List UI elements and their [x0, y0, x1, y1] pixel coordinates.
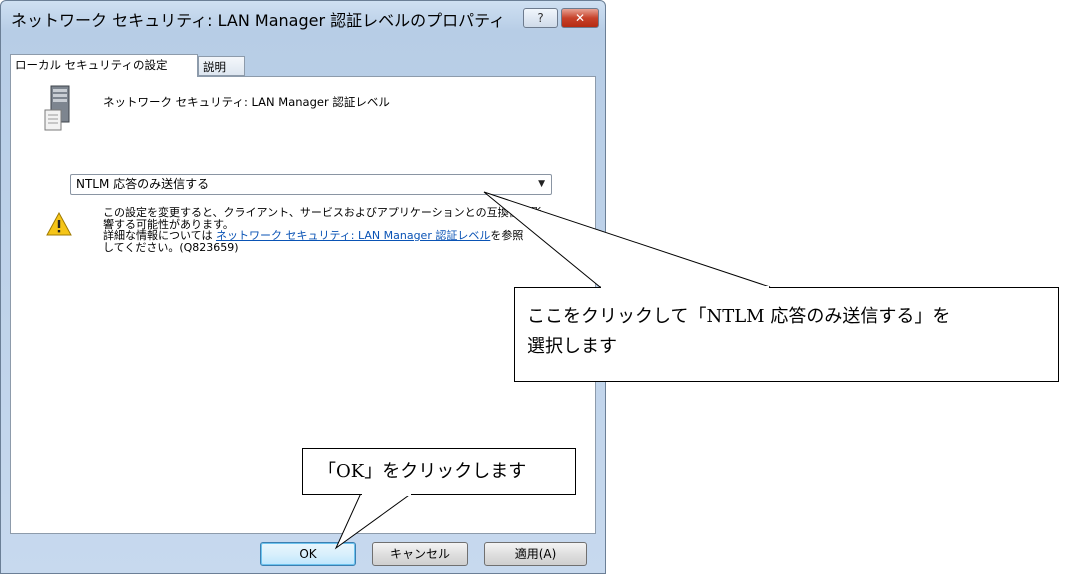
- tab-local-security-setting[interactable]: ローカル セキュリティの設定: [10, 54, 198, 77]
- callout-pointer-joins: [362, 286, 769, 496]
